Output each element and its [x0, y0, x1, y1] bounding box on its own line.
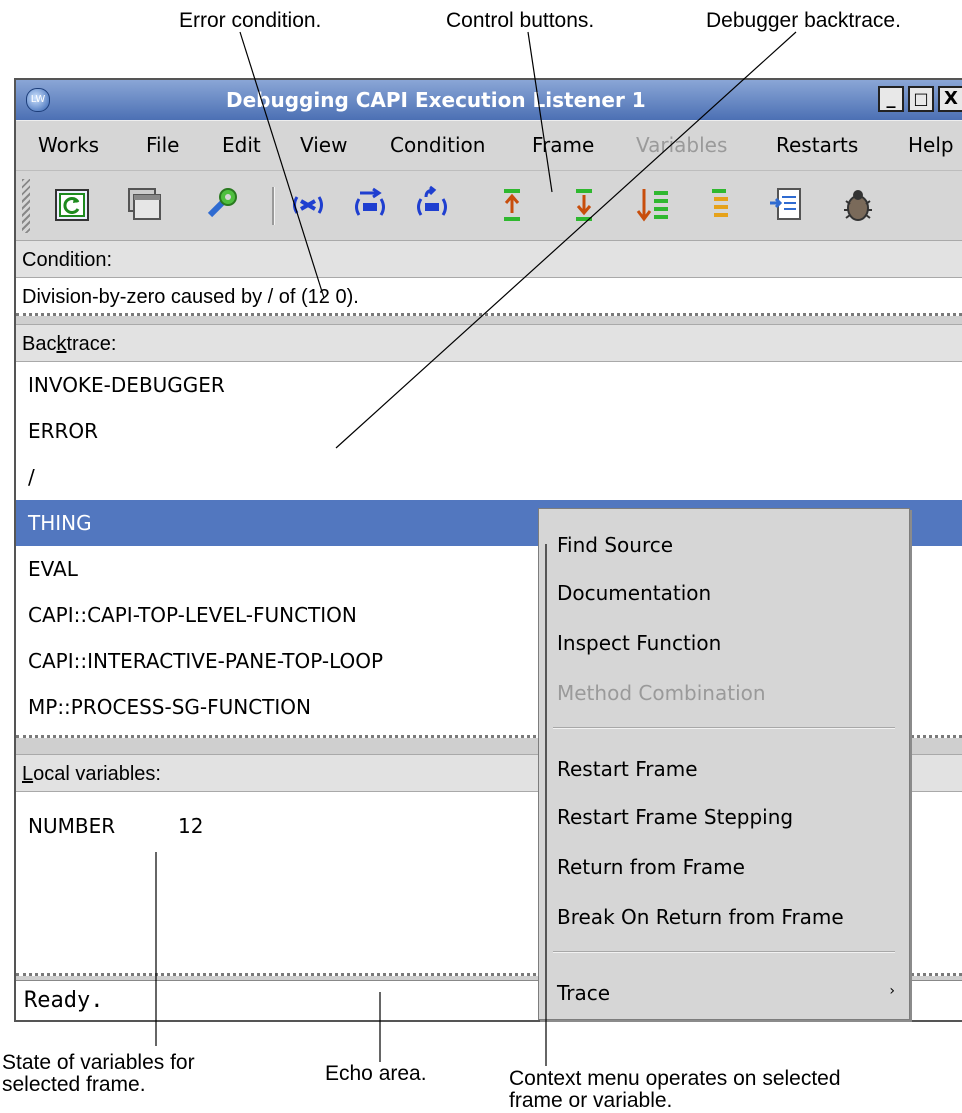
- callout-debugger-backtrace: Debugger backtrace.: [706, 9, 901, 32]
- debugger-tools-icon[interactable]: [202, 185, 242, 225]
- callout-error-condition: Error condition.: [179, 9, 322, 32]
- menu-item-method-combination[interactable]: Method Combination: [557, 681, 766, 705]
- toolbar-grip[interactable]: [22, 179, 30, 233]
- bug-icon[interactable]: [838, 185, 878, 225]
- backtrace-label-mnemonic: k: [56, 333, 67, 355]
- menu-item-documentation[interactable]: Documentation: [557, 581, 711, 605]
- listener-window-icon[interactable]: [124, 185, 164, 225]
- menu-help[interactable]: Help: [908, 133, 954, 157]
- backtrace-list-icon[interactable]: [634, 185, 674, 225]
- menu-file[interactable]: File: [146, 133, 179, 157]
- close-button[interactable]: X: [938, 86, 962, 112]
- backtrace-label-prefix: Bac: [22, 333, 57, 355]
- refresh-icon[interactable]: [52, 185, 92, 225]
- condition-label: Condition:: [16, 240, 962, 278]
- step-down-icon[interactable]: [564, 185, 604, 225]
- find-source-icon[interactable]: [766, 185, 806, 225]
- local-variables-label-suffix: ocal variables:: [33, 763, 161, 785]
- menu-separator: [553, 951, 895, 953]
- continue-icon[interactable]: [350, 185, 390, 225]
- restart-icon[interactable]: [412, 185, 452, 225]
- variable-name[interactable]: NUMBER: [28, 814, 115, 838]
- menu-separator: [553, 727, 895, 729]
- menu-condition[interactable]: Condition: [390, 133, 485, 157]
- menu-item-restart-frame-stepping[interactable]: Restart Frame Stepping: [557, 805, 793, 829]
- menu-item-find-source[interactable]: Find Source: [557, 533, 673, 557]
- menu-bar: Works File Edit View Condition Frame Var…: [16, 120, 962, 171]
- backtrace-frame[interactable]: /: [16, 454, 962, 500]
- context-menu: Find Source Documentation Inspect Functi…: [538, 508, 910, 1020]
- menu-item-break-on-return[interactable]: Break On Return from Frame: [557, 905, 844, 929]
- callout-context-menu: Context menu operates on selected frame …: [509, 1068, 841, 1112]
- callout-state-of-variables: State of variables for selected frame.: [2, 1052, 195, 1096]
- submenu-arrow-icon: ›: [889, 983, 895, 999]
- minimize-button[interactable]: _: [878, 86, 904, 112]
- toolbar: [16, 170, 962, 241]
- callout-state-of-variables-line2: selected frame.: [2, 1073, 146, 1096]
- callout-context-menu-line2: frame or variable.: [509, 1089, 673, 1112]
- menu-works[interactable]: Works: [38, 133, 99, 157]
- title-bar[interactable]: LW Debugging CAPI Execution Listener 1 _…: [16, 80, 962, 120]
- maximize-button[interactable]: □: [908, 86, 934, 112]
- menu-item-restart-frame[interactable]: Restart Frame: [557, 757, 698, 781]
- callout-context-menu-line1: Context menu operates on selected: [509, 1067, 841, 1090]
- menu-item-inspect-function[interactable]: Inspect Function: [557, 631, 721, 655]
- variable-value[interactable]: 12: [178, 814, 203, 838]
- condition-text: Division-by-zero caused by / of (12 0).: [16, 278, 962, 316]
- frame-list-icon[interactable]: [700, 185, 740, 225]
- menu-variables[interactable]: Variables: [636, 133, 727, 157]
- toolbar-separator: [272, 187, 275, 225]
- backtrace-frame[interactable]: INVOKE-DEBUGGER: [16, 362, 962, 408]
- callout-control-buttons: Control buttons.: [446, 9, 595, 32]
- callout-state-of-variables-line1: State of variables for: [2, 1051, 195, 1074]
- local-variables-label-mnemonic: L: [22, 763, 34, 785]
- menu-item-return-from-frame[interactable]: Return from Frame: [557, 855, 745, 879]
- step-up-icon[interactable]: [492, 185, 532, 225]
- backtrace-frame[interactable]: ERROR: [16, 408, 962, 454]
- menu-edit[interactable]: Edit: [222, 133, 261, 157]
- menu-restarts[interactable]: Restarts: [776, 133, 858, 157]
- window-title: Debugging CAPI Execution Listener 1: [226, 88, 646, 112]
- menu-view[interactable]: View: [300, 133, 347, 157]
- menu-frame[interactable]: Frame: [532, 133, 594, 157]
- abort-icon[interactable]: [288, 185, 328, 225]
- callout-echo-area: Echo area.: [325, 1062, 427, 1085]
- backtrace-label-suffix: trace:: [66, 333, 117, 355]
- lispworks-app-icon[interactable]: LW: [26, 88, 50, 112]
- menu-item-trace[interactable]: Trace: [557, 981, 610, 1005]
- backtrace-label: Backtrace:: [16, 324, 962, 362]
